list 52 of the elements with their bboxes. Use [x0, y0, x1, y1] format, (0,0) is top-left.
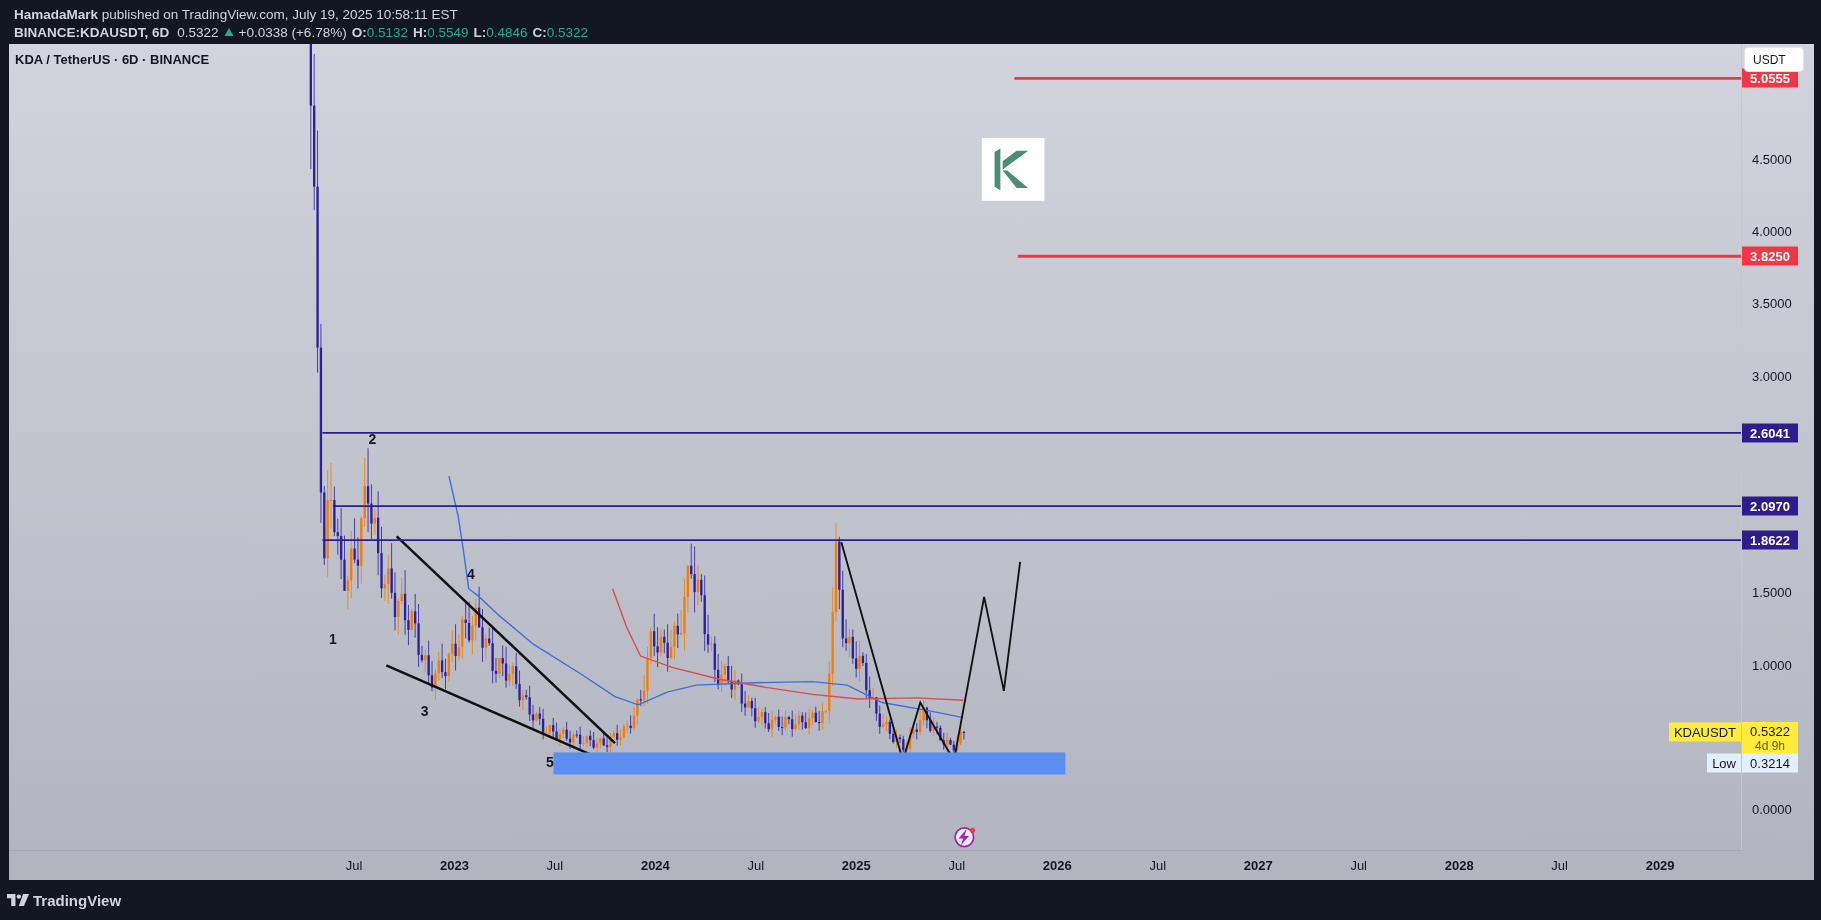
price-tick: 3.0000: [1752, 368, 1792, 384]
time-label: Jul: [1149, 858, 1167, 873]
price-tick: 1.5000: [1752, 584, 1792, 600]
price-tick: 0.0000: [1752, 801, 1792, 817]
wave-label: 4: [467, 565, 475, 582]
countdown-label: 4d 9h: [1755, 739, 1785, 755]
time-label: Jul: [546, 858, 564, 873]
time-label: Jul: [747, 858, 765, 873]
brand-name: TradingView: [33, 891, 122, 909]
symbol-tag: KDAUSDT: [1668, 722, 1741, 742]
price-tick: 4.5000: [1752, 151, 1792, 167]
current-price-label: 0.5322: [1750, 723, 1790, 740]
chart-area[interactable]: KDA / TetherUS · 6D · BINANCE 1 2 3 4 5 KDAUSDT Low: [9, 44, 1742, 850]
time-label: 2024: [640, 858, 670, 873]
ohlc-value: H:0.5549: [412, 24, 469, 40]
low-tag: Low: [1707, 753, 1741, 773]
level-price-label: 1.8622: [1742, 530, 1798, 550]
publish-info: HamadaMark published on TradingView.com, July 19, 2025 10:58:11 EST: [14, 6, 459, 22]
level-price-label: 2.0970: [1742, 496, 1798, 516]
price-tick: 4.0000: [1752, 223, 1792, 239]
currency-button[interactable]: USDT: [1744, 47, 1804, 72]
wave-label: 5: [546, 753, 554, 770]
wave-label: 3: [420, 702, 429, 719]
time-label: Jul: [1350, 858, 1367, 873]
price-tick: 1.0000: [1752, 657, 1792, 673]
symbol-name: BINANCE:KDAUSDT, 6D: [14, 24, 170, 40]
level-price-label: 2.6041: [1742, 423, 1798, 443]
price-change: +0.0338 (+6.78%): [238, 24, 347, 40]
last-price: 0.5322: [177, 24, 219, 40]
chart-legend: KDA / TetherUS · 6D · BINANCE: [15, 52, 210, 67]
level-price-label: 3.8250: [1742, 246, 1798, 266]
ohlc-value: L:0.4846: [473, 24, 528, 40]
logo-icon: [7, 894, 29, 906]
wave-label: 1: [329, 630, 337, 647]
ohlc-value: C:0.5322: [532, 24, 589, 40]
lightning-icon[interactable]: [954, 827, 976, 848]
ohlc-value: O:0.5132: [351, 24, 408, 40]
time-label: Jul: [345, 858, 363, 873]
wave-label: 2: [368, 430, 377, 447]
time-label: 2023: [440, 858, 469, 873]
time-axis[interactable]: Jul 2023 Jul 2024 Jul 2025 Jul 2026 Jul 2027 Jul 2028 Jul 2029: [9, 850, 1742, 880]
time-label: 2027: [1243, 858, 1273, 873]
time-label: 2028: [1444, 858, 1474, 873]
time-label: 2029: [1645, 858, 1675, 873]
time-label: Jul: [1551, 858, 1568, 873]
up-triangle-icon: [223, 27, 234, 37]
price-tick: 3.5000: [1752, 295, 1792, 311]
time-label: Jul: [948, 858, 966, 873]
time-label: 2025: [841, 858, 871, 873]
price-axis[interactable]: 4.5000 4.0000 3.5000 3.0000 1.5000 1.0000 0.0000 5.0555 3.8250 2.6041 2.0970 1.8622 0.5322 4d 9h 0.3214 USDT: [1742, 44, 1814, 850]
low-price-label: 0.3214: [1742, 753, 1798, 773]
time-label: 2026: [1042, 858, 1072, 873]
